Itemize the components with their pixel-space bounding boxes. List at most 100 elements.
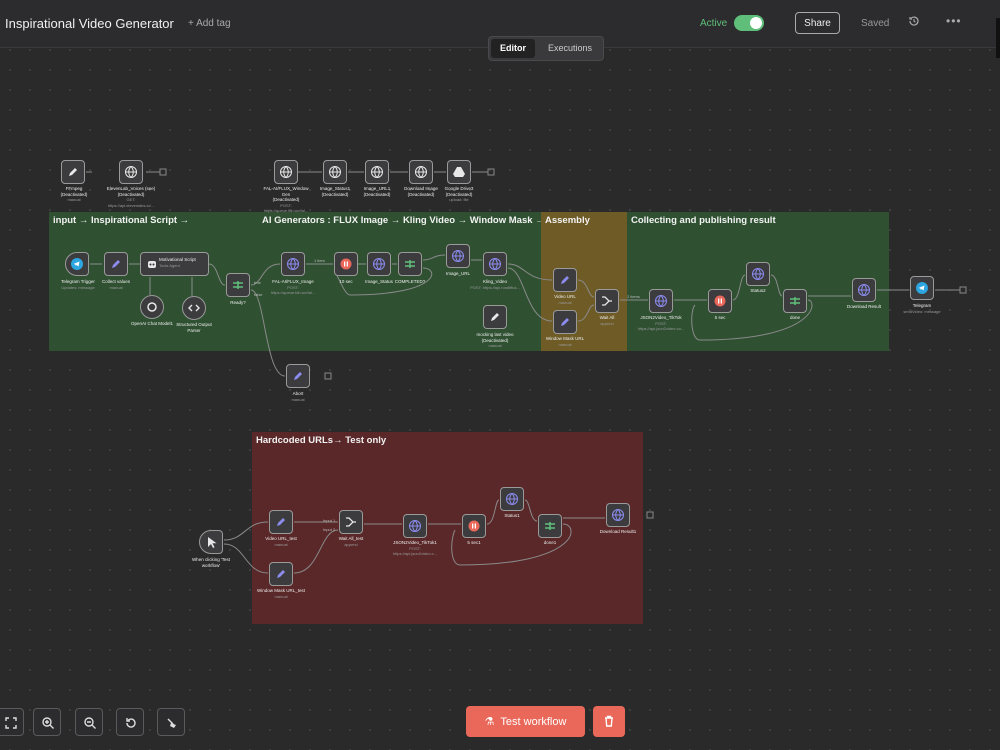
pause-icon [714, 295, 726, 307]
active-toggle[interactable] [734, 15, 764, 31]
node-label: FAL-AI/FLUX_Window Gen (Deactivated) POST:… [261, 186, 311, 214]
node-title: Google Drive3 (Deactivated) [444, 186, 474, 197]
node-title: Wait All [599, 315, 615, 320]
zoom-out-button[interactable] [75, 708, 103, 736]
node-title: Window Mask URL_test [256, 588, 305, 593]
node-subtitle: POST: https://api.json2video.c... [392, 545, 438, 557]
node-fal-flux-image[interactable] [281, 252, 305, 276]
code-icon [188, 304, 200, 312]
node-ffmpeg[interactable] [61, 160, 85, 184]
node-download-image[interactable] [409, 160, 433, 184]
node-title: 10 sec [339, 279, 353, 284]
node-ready[interactable] [226, 273, 250, 297]
node-window-mask-url-test[interactable] [269, 562, 293, 586]
node-when-clicking-test[interactable] [199, 530, 223, 554]
pencil-icon [294, 372, 302, 380]
tab-executions[interactable]: Executions [539, 39, 601, 58]
node-image-url1[interactable] [365, 160, 389, 184]
node-subtitle: manual [109, 284, 123, 290]
node-motivational-script[interactable]: Motivational Script Tools Agent [140, 252, 209, 276]
node-title: Download Result1 [599, 529, 637, 534]
node-subtitle: POST: https://queue.fal.run/fal... [263, 202, 309, 214]
node-video-url-test[interactable] [269, 510, 293, 534]
node-label: Video URL_test manual [256, 536, 306, 547]
tidy-up-button[interactable] [157, 708, 185, 736]
node-openai-chat-model[interactable] [140, 295, 164, 319]
globe-icon [329, 166, 341, 178]
broom-icon [167, 718, 176, 728]
node-label: JSON2Video_TikTok POST: https://api.json2… [636, 315, 686, 332]
share-button[interactable]: Share [795, 12, 840, 34]
history-icon[interactable] [908, 15, 920, 30]
node-label: Ready? [213, 300, 263, 306]
node-json2video-tiktok[interactable] [649, 289, 673, 313]
node-done1[interactable] [538, 514, 562, 538]
node-title: Image_URL1 (Deactivated) [363, 186, 391, 197]
node-label: Video URL manual [540, 294, 590, 305]
node-title: Video URL [554, 294, 576, 299]
node-kling-video[interactable] [483, 252, 507, 276]
node-5-sec1[interactable] [462, 514, 486, 538]
node-download-result[interactable] [852, 278, 876, 302]
node-image-url[interactable] [446, 244, 470, 268]
node-wait-all-test[interactable] [339, 510, 363, 534]
node-status2[interactable] [746, 262, 770, 286]
node-google-drive[interactable] [447, 160, 471, 184]
node-title: Status2 [750, 288, 766, 293]
node-5-sec[interactable] [708, 289, 732, 313]
node-fal-window[interactable] [274, 160, 298, 184]
node-subtitle: manual [274, 541, 288, 547]
node-collect-values[interactable] [104, 252, 128, 276]
globe-icon [858, 284, 870, 296]
node-subtitle: Tools Agent [159, 262, 180, 268]
delete-button[interactable] [593, 706, 625, 737]
node-completed[interactable] [398, 252, 422, 276]
edge-label: true [254, 280, 261, 285]
node-video-url[interactable] [553, 268, 577, 292]
node-title: Wait All_test [338, 536, 364, 541]
node-telegram-trigger[interactable] [65, 252, 89, 276]
node-abort[interactable] [286, 364, 310, 388]
edge-label: Input 2 [323, 527, 336, 532]
group-hardcoded[interactable]: Hardcoded URLs→ Test only [252, 432, 643, 624]
node-wait-all[interactable] [595, 289, 619, 313]
node-title: done [789, 315, 800, 320]
node-done[interactable] [783, 289, 807, 313]
node-image-status1[interactable] [323, 160, 347, 184]
pencil-icon [277, 570, 285, 578]
reset-zoom-button[interactable] [116, 708, 144, 736]
tab-editor[interactable]: Editor [491, 39, 535, 58]
mode-switch: Editor Executions [488, 36, 604, 61]
node-title: FAL-AI/FLUX_Image [272, 279, 314, 284]
node-status1[interactable] [500, 487, 524, 511]
node-10-sec[interactable] [334, 252, 358, 276]
node-subtitle: POST: https://api.rundiffus... [470, 284, 520, 290]
node-subtitle: manual [274, 593, 288, 599]
add-tag-button[interactable]: + Add tag [188, 18, 231, 29]
robot-icon [148, 261, 156, 268]
node-title: Abort [292, 391, 304, 396]
telegram-icon [71, 258, 83, 270]
node-image-status[interactable] [367, 252, 391, 276]
node-window-mask-url[interactable] [553, 310, 577, 334]
fit-view-button[interactable] [0, 708, 24, 736]
node-label: done1 [525, 540, 575, 546]
node-elevenlabs[interactable] [119, 160, 143, 184]
workflow-title[interactable]: Inspirational Video Generator [5, 16, 174, 31]
node-download-result1[interactable] [606, 503, 630, 527]
node-mocking-last-video[interactable] [483, 305, 507, 329]
node-structured-output-parser[interactable] [182, 296, 206, 320]
zoom-in-icon [42, 717, 54, 729]
node-subtitle: POST: https://api.json2video.co... [637, 320, 685, 332]
node-json2video-tiktok1[interactable] [403, 514, 427, 538]
node-title: Telegram [912, 303, 932, 308]
test-workflow-button[interactable]: ⚗ Test workflow [466, 706, 585, 737]
pencil-icon [491, 313, 499, 321]
node-label: Abort manual [273, 391, 323, 402]
node-label: Image_URL [433, 271, 483, 277]
edge-label: 2 items [627, 294, 640, 299]
openai-icon [147, 302, 157, 312]
more-options-icon[interactable]: ••• [946, 14, 962, 28]
zoom-in-button[interactable] [33, 708, 61, 736]
node-telegram[interactable] [910, 276, 934, 300]
